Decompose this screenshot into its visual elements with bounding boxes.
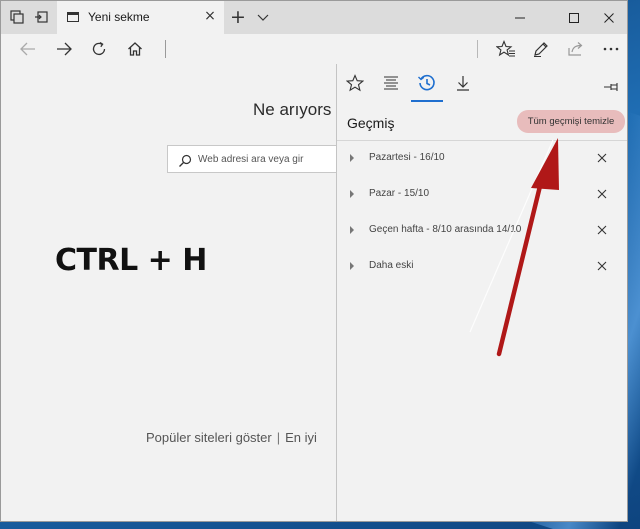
footer-separator: | xyxy=(276,430,281,445)
close-icon[interactable] xyxy=(595,258,609,272)
more-icon[interactable] xyxy=(601,39,621,59)
tab-reading-list[interactable] xyxy=(373,70,409,100)
navigation-bar xyxy=(1,34,627,64)
share-icon[interactable] xyxy=(566,39,586,59)
clear-all-history-button[interactable]: Tüm geçmişi temizle xyxy=(517,110,625,133)
downloads-icon xyxy=(454,74,472,96)
tab-strip: Yeni sekme × + xyxy=(1,1,627,34)
history-group-item[interactable]: Geçen hafta - 8/10 arasında 14/10 xyxy=(337,219,627,243)
favorites-icon xyxy=(345,74,365,96)
close-icon[interactable] xyxy=(595,150,609,164)
browser-window: Yeni sekme × + Ne arıyors Web adresi ara… xyxy=(0,0,628,522)
hub-title: Geçmiş xyxy=(347,115,395,131)
show-popular-sites-link[interactable]: Popüler siteleri göster xyxy=(146,430,272,445)
close-window-icon[interactable] xyxy=(587,1,627,34)
expand-icon[interactable] xyxy=(350,190,354,198)
toolbar-divider xyxy=(477,40,478,58)
page-headline: Ne arıyors xyxy=(253,100,332,119)
hub-divider xyxy=(337,140,627,141)
hub-panel: Geçmiş Tüm geçmişi temizle Pazartesi - 1… xyxy=(336,64,627,521)
history-group-item[interactable]: Daha eski xyxy=(337,255,627,279)
close-tab-icon[interactable]: × xyxy=(203,9,217,23)
tab-history[interactable] xyxy=(409,70,445,102)
forward-icon[interactable] xyxy=(54,39,74,59)
favorites-hub-icon[interactable] xyxy=(496,39,516,59)
history-group-label: Geçen hafta - 8/10 arasında 14/10 xyxy=(369,224,522,235)
close-icon[interactable] xyxy=(595,222,609,236)
refresh-icon[interactable] xyxy=(89,39,109,59)
history-group-label: Pazartesi - 16/10 xyxy=(369,152,445,163)
web-note-icon[interactable] xyxy=(531,39,551,59)
tab-title: Yeni sekme xyxy=(88,10,150,24)
tab-manager-icon[interactable] xyxy=(9,9,25,25)
top-sites-link[interactable]: En iyi xyxy=(285,430,317,445)
close-icon[interactable] xyxy=(595,186,609,200)
tab-downloads[interactable] xyxy=(445,70,481,100)
hub-tabs xyxy=(337,64,627,104)
tab-favorites[interactable] xyxy=(337,70,373,100)
expand-icon[interactable] xyxy=(350,262,354,270)
back-icon[interactable] xyxy=(18,39,38,59)
history-icon xyxy=(417,73,437,97)
web-search-box[interactable] xyxy=(167,145,347,173)
tab-new-tab[interactable]: Yeni sekme × xyxy=(57,1,224,34)
new-tab-icon[interactable]: + xyxy=(230,8,246,27)
search-icon xyxy=(178,153,192,167)
expand-icon[interactable] xyxy=(350,154,354,162)
keyboard-shortcut-annotation: CTRL + H xyxy=(55,243,207,278)
address-bar-divider xyxy=(165,40,166,58)
footer-links: Popüler siteleri göster | En iyi xyxy=(146,430,317,445)
chevron-down-icon[interactable] xyxy=(256,8,270,26)
history-group-label: Pazar - 15/10 xyxy=(369,188,430,199)
history-group-item[interactable]: Pazartesi - 16/10 xyxy=(337,147,627,171)
history-group-item[interactable]: Pazar - 15/10 xyxy=(337,183,627,207)
home-icon[interactable] xyxy=(125,39,145,59)
pin-icon[interactable] xyxy=(603,78,621,91)
reading-list-icon xyxy=(382,74,400,96)
set-aside-tabs-icon[interactable] xyxy=(33,9,49,25)
minimize-icon[interactable] xyxy=(498,1,542,34)
expand-icon[interactable] xyxy=(350,226,354,234)
new-tab-page-icon xyxy=(67,12,79,22)
search-input[interactable] xyxy=(198,150,338,168)
history-group-label: Daha eski xyxy=(369,260,414,271)
